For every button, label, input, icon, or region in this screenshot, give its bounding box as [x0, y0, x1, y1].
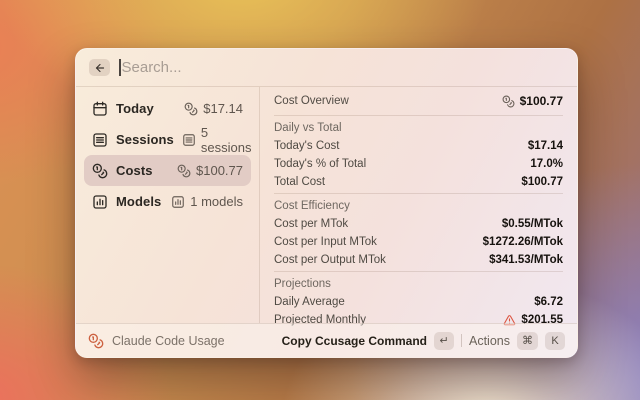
divider [274, 271, 563, 272]
sidebar-item-costs[interactable]: Costs $100.77 [84, 155, 251, 186]
text-caret [119, 59, 121, 76]
metadata-row: Today's Cost $17.14 [274, 137, 563, 155]
sidebar-item-today[interactable]: Today $17.14 [84, 93, 251, 124]
action-bar: Claude Code Usage Copy Ccusage Command ↵… [76, 323, 577, 357]
back-button[interactable] [89, 59, 110, 76]
coins-icon [177, 164, 191, 178]
detail-panel: Cost Overview $100.77 Daily vs Total Tod… [260, 87, 577, 323]
sidebar-item-label: Sessions [116, 132, 174, 147]
sidebar-item-sessions[interactable]: Sessions 5 sessions [84, 124, 251, 155]
bar-chart-icon [92, 194, 108, 210]
search-input[interactable] [122, 59, 565, 76]
metadata-row: Today's % of Total 17.0% [274, 155, 563, 173]
section-title: Projections [274, 275, 563, 293]
metadata-row: Cost per Output MTok $341.53/MTok [274, 251, 563, 269]
detail-header: Cost Overview $100.77 [274, 89, 563, 113]
section-title: Daily vs Total [274, 119, 563, 137]
calendar-icon [92, 101, 108, 117]
sidebar-item-value: 1 models [190, 194, 243, 209]
actions-button[interactable]: Actions [469, 334, 510, 348]
sidebar-item-label: Today [116, 101, 154, 116]
metadata-row: Daily Average $6.72 [274, 293, 563, 311]
app-name: Claude Code Usage [112, 334, 225, 348]
enter-key-badge: ↵ [434, 332, 454, 350]
metadata-row: Cost per MTok $0.55/MTok [274, 215, 563, 233]
launcher-window: Today $17.14 Sessions 5 sessions Costs [75, 48, 578, 358]
coins-icon [502, 95, 515, 108]
list-icon [92, 132, 108, 148]
sidebar-list: Today $17.14 Sessions 5 sessions Costs [76, 87, 260, 323]
coins-icon [88, 333, 104, 349]
search-field-wrap [119, 59, 564, 76]
sidebar-item-value: $100.77 [196, 163, 243, 178]
divider [274, 193, 563, 194]
divider [274, 115, 563, 116]
sidebar-item-value: 5 sessions [201, 125, 252, 155]
list-icon [182, 133, 196, 147]
sidebar-item-label: Models [116, 194, 161, 209]
arrow-left-icon [94, 62, 106, 74]
search-bar [76, 49, 577, 87]
metadata-row: Cost per Input MTok $1272.26/MTok [274, 233, 563, 251]
detail-header-label: Cost Overview [274, 95, 349, 107]
k-key-badge: K [545, 332, 565, 350]
bar-chart-icon [171, 195, 185, 209]
sidebar-item-models[interactable]: Models 1 models [84, 186, 251, 217]
metadata-row: Total Cost $100.77 [274, 173, 563, 191]
coins-icon [92, 163, 108, 179]
cmd-key-badge: ⌘ [517, 332, 538, 350]
primary-action-button[interactable]: Copy Ccusage Command [282, 334, 427, 348]
sidebar-item-label: Costs [116, 163, 153, 178]
divider [461, 334, 462, 347]
coins-icon [184, 102, 198, 116]
sidebar-item-value: $17.14 [203, 101, 243, 116]
detail-header-value: $100.77 [520, 94, 563, 108]
section-title: Cost Efficiency [274, 197, 563, 215]
